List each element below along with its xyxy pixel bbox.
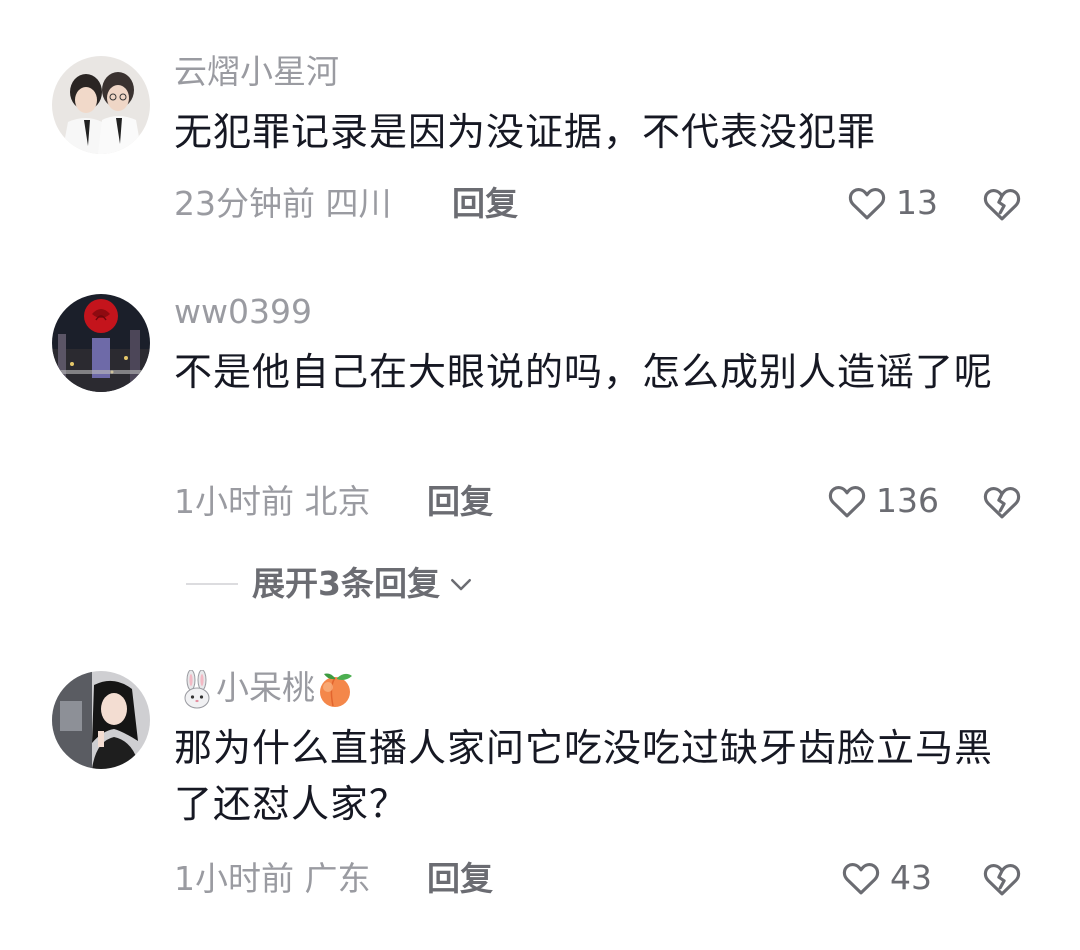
comment-text: 不是他自己在大眼说的吗，怎么成别人造谣了呢 — [174, 350, 994, 394]
comment-text: 那为什么直播人家问它吃没吃过缺牙齿脸立马黑了还怼人家？ — [174, 726, 994, 826]
like-count: 43 — [890, 858, 932, 897]
rabbit-icon — [184, 669, 210, 708]
comment-username[interactable]: 小呆桃 — [178, 668, 357, 710]
expand-replies-label: 展开3条回复 — [252, 564, 440, 603]
broken-heart-icon — [983, 189, 1021, 221]
comment-meta: 23分钟前 四川 — [174, 184, 392, 223]
avatar[interactable] — [52, 56, 150, 154]
comment-meta: 1小时前 北京 — [174, 482, 371, 521]
peach-icon — [320, 673, 352, 707]
broken-heart-icon — [983, 864, 1021, 896]
avatar[interactable] — [52, 294, 150, 392]
avatar-image — [52, 56, 150, 154]
heart-icon — [842, 863, 880, 895]
avatar-image — [52, 294, 150, 392]
like-button[interactable]: 13 — [846, 182, 938, 224]
heart-icon — [828, 486, 866, 518]
divider — [186, 583, 238, 585]
reply-button[interactable]: 回复 — [427, 859, 493, 899]
chevron-down-icon — [450, 579, 471, 591]
comment-username-text: 小呆桃 — [216, 668, 315, 707]
broken-heart-icon — [983, 487, 1021, 519]
dislike-button[interactable] — [980, 183, 1024, 229]
comment-text: 无犯罪记录是因为没证据，不代表没犯罪 — [174, 110, 877, 154]
comment-username[interactable]: 云熠小星河 — [174, 52, 339, 92]
expand-replies-button[interactable]: 展开3条回复 — [186, 564, 476, 604]
dislike-button[interactable] — [980, 858, 1024, 904]
avatar[interactable] — [52, 671, 150, 769]
avatar-image — [52, 671, 150, 769]
dislike-button[interactable] — [980, 481, 1024, 527]
like-button[interactable]: 136 — [826, 480, 939, 522]
like-count: 13 — [896, 183, 938, 222]
comment-meta: 1小时前 广东 — [174, 859, 371, 898]
reply-button[interactable]: 回复 — [427, 482, 493, 522]
like-count: 136 — [876, 481, 939, 520]
comment-username[interactable]: ww0399 — [174, 292, 312, 332]
reply-button[interactable]: 回复 — [452, 184, 518, 224]
heart-icon — [848, 188, 886, 220]
like-button[interactable]: 43 — [840, 857, 932, 899]
